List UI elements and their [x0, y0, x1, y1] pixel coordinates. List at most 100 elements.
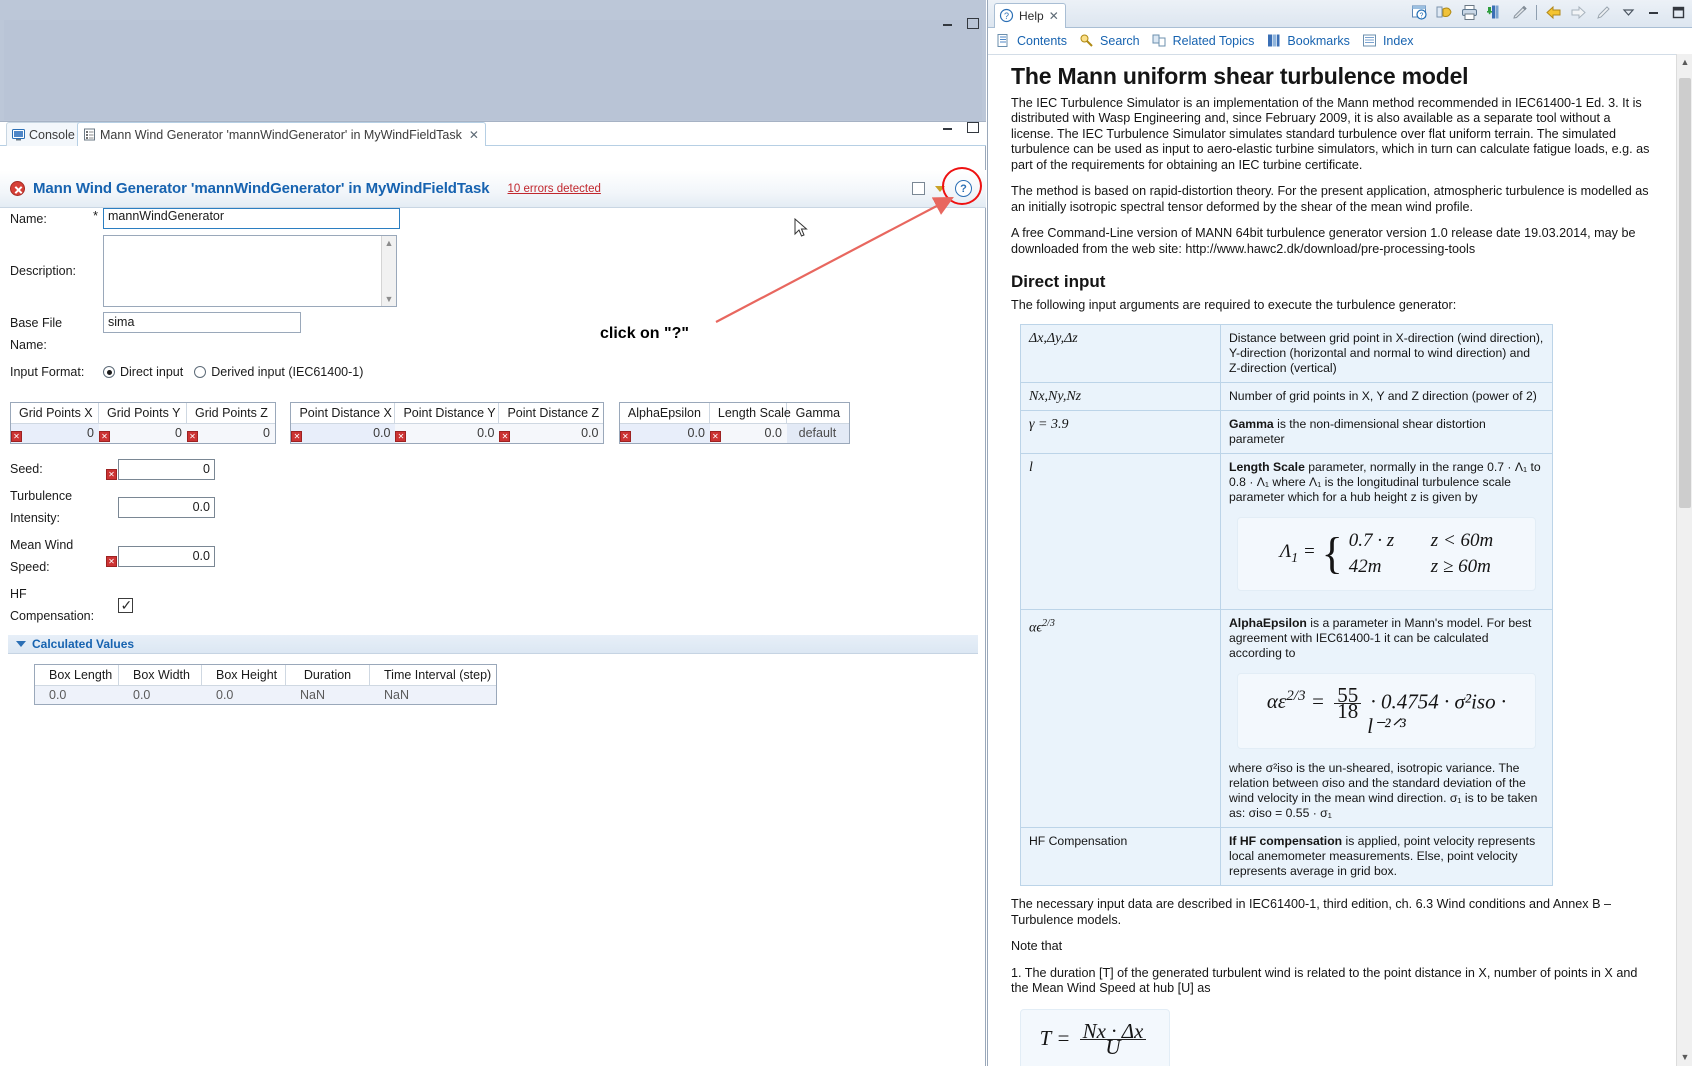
tab-console-label: Console [29, 128, 75, 142]
description-input[interactable]: ▲ ▼ [103, 235, 397, 307]
print-icon[interactable] [1461, 4, 1478, 21]
scroll-down-icon[interactable]: ▼ [1677, 1049, 1692, 1066]
scroll-up-icon[interactable]: ▲ [385, 238, 394, 248]
field-error-icon [99, 431, 110, 442]
help-section-intro: The following input arguments are requir… [1011, 298, 1655, 314]
bookmark-document-icon[interactable] [1486, 4, 1503, 21]
point-distance-x-cell[interactable]: 0.0 [291, 424, 395, 443]
scrollbar-thumb[interactable] [1679, 78, 1691, 508]
radio-direct-input[interactable] [103, 366, 115, 378]
svg-text:?: ? [1004, 11, 1009, 21]
minimize-editor-icon[interactable] [941, 120, 954, 133]
box-height-value: 0.0 [202, 686, 286, 704]
mann-parameters-table: AlphaEpsilon Length Scale Gamma 0.0 0.0 [619, 402, 850, 444]
param-symbol-n: Nx,Ny,Nz [1021, 383, 1221, 411]
back-icon[interactable] [1545, 4, 1562, 21]
base-file-name-input[interactable]: sima [103, 312, 301, 333]
duration-value: NaN [286, 686, 370, 704]
alphaepsilon-note: where σ²iso is the un-sheared, isotropic… [1229, 761, 1544, 821]
close-icon[interactable]: ✕ [469, 128, 479, 142]
table-row: Nx,Ny,Nz Number of grid points in X, Y a… [1021, 383, 1553, 411]
table-row: γ = 3.9 Gamma is the non-dimensional she… [1021, 411, 1553, 454]
table-row: αϵ2/3 AlphaEpsilon is a parameter in Man… [1021, 610, 1553, 828]
help-nav-bar: Contents Search Related Topics Bookmarks [988, 28, 1692, 54]
edit-icon[interactable] [1595, 4, 1612, 21]
tab-help[interactable]: ? Help ✕ [994, 3, 1066, 28]
grid-points-y-value: 0 [175, 426, 182, 440]
console-icon [12, 128, 25, 141]
length-scale-cell[interactable]: 0.0 [710, 424, 787, 443]
grid-points-header-row: Grid Points X Grid Points Y Grid Points … [11, 403, 275, 424]
param-desc-alphaepsilon-bold: AlphaEpsilon [1229, 616, 1307, 630]
maximize-icon[interactable] [1670, 4, 1687, 21]
form-fields: Name: * mannWindGenerator Description: ▲… [0, 208, 986, 705]
maximize-window-icon[interactable] [965, 16, 978, 29]
view-menu-icon[interactable] [1620, 4, 1637, 21]
help-document-body: The Mann uniform shear turbulence model … [988, 54, 1692, 1066]
lambda-case-1-cond: z < 60m [1431, 530, 1493, 551]
alphaepsilon-cell[interactable]: 0.0 [620, 424, 710, 443]
param-desc-delta: Distance between grid point in X-directi… [1221, 325, 1553, 383]
grid-points-z-cell[interactable]: 0 [187, 424, 275, 443]
nav-bookmarks-label: Bookmarks [1287, 34, 1350, 48]
nav-index-label: Index [1383, 34, 1414, 48]
minimize-window-icon[interactable] [941, 16, 954, 29]
duration-header: Duration [286, 665, 370, 686]
calculated-values-table: Box Length Box Width Box Height Duration… [34, 664, 497, 705]
minimize-icon[interactable] [1645, 4, 1662, 21]
grid-points-x-cell[interactable]: 0 [11, 424, 99, 443]
field-error-icon [499, 431, 510, 442]
scroll-up-icon[interactable]: ▲ [1677, 54, 1692, 71]
time-interval-value: NaN [370, 686, 496, 704]
point-distance-x-value: 0.0 [373, 426, 390, 440]
calculated-values-title: Calculated Values [32, 637, 134, 651]
maximize-editor-icon[interactable] [965, 120, 978, 133]
hf-compensation-checkbox[interactable] [118, 598, 133, 613]
help-paragraph-1: The IEC Turbulence Simulator is an imple… [1011, 96, 1655, 174]
radio-derived-input[interactable] [194, 366, 206, 378]
collapse-triangle-icon[interactable] [16, 641, 26, 647]
empty-checkbox-icon[interactable] [912, 182, 925, 195]
tab-console[interactable]: Console [6, 122, 82, 146]
field-row-mean-wind-speed: Mean Wind Speed: 0.0 [0, 534, 986, 578]
page-title: Mann Wind Generator 'mannWindGenerator' … [33, 180, 490, 197]
tab-mann-wind-generator[interactable]: Mann Wind Generator 'mannWindGenerator' … [77, 122, 486, 146]
gamma-cell[interactable]: default [787, 424, 849, 443]
turbulence-intensity-input[interactable]: 0.0 [118, 497, 215, 518]
point-distance-z-cell[interactable]: 0.0 [499, 424, 603, 443]
search-icon [1079, 33, 1096, 50]
seed-input[interactable]: 0 [118, 459, 215, 480]
lambda-formula-box: Λ1 = { 0.7 · zz < 60m 42mz ≥ 60m [1237, 517, 1536, 591]
nav-related-topics[interactable]: Related Topics [1152, 33, 1255, 50]
nav-bookmarks[interactable]: Bookmarks [1266, 33, 1350, 50]
mean-wind-speed-input[interactable]: 0.0 [118, 546, 215, 567]
annotation-text: click on "?" [600, 325, 689, 343]
errors-detected-link[interactable]: 10 errors detected [508, 183, 601, 195]
description-label: Description: [0, 235, 93, 307]
field-row-description: Description: ▲ ▼ [0, 235, 986, 307]
form-header-actions: ? [912, 180, 986, 197]
close-icon[interactable]: ✕ [1049, 9, 1059, 23]
scroll-down-icon[interactable]: ▼ [385, 294, 394, 304]
show-in-external-window-icon[interactable]: ? [1411, 4, 1428, 21]
highlight-icon[interactable] [1511, 4, 1528, 21]
forward-icon[interactable] [1570, 4, 1587, 21]
point-distance-y-cell[interactable]: 0.0 [395, 424, 499, 443]
description-scrollbar[interactable]: ▲ ▼ [381, 236, 396, 306]
grid-points-y-cell[interactable]: 0 [99, 424, 187, 443]
nav-index[interactable]: Index [1362, 33, 1414, 50]
grid-points-value-row: 0 0 0 [11, 424, 275, 443]
nav-search[interactable]: Search [1079, 33, 1140, 50]
mouse-cursor-icon [794, 218, 808, 238]
nav-contents[interactable]: Contents [996, 33, 1067, 50]
time-interval-header: Time Interval (step) [370, 665, 496, 686]
description-textarea[interactable] [103, 235, 397, 307]
seed-label: Seed: [0, 458, 105, 480]
help-button[interactable]: ? [955, 180, 972, 197]
input-format-radio-group: Direct input Derived input (IEC61400-1) [103, 365, 363, 379]
dropdown-arrow-icon[interactable] [935, 186, 945, 192]
calculated-values-header[interactable]: Calculated Values [8, 635, 978, 654]
name-input[interactable]: mannWindGenerator [103, 208, 400, 229]
help-vertical-scrollbar[interactable]: ▲ ▼ [1676, 54, 1692, 1066]
link-with-contents-icon[interactable] [1436, 4, 1453, 21]
